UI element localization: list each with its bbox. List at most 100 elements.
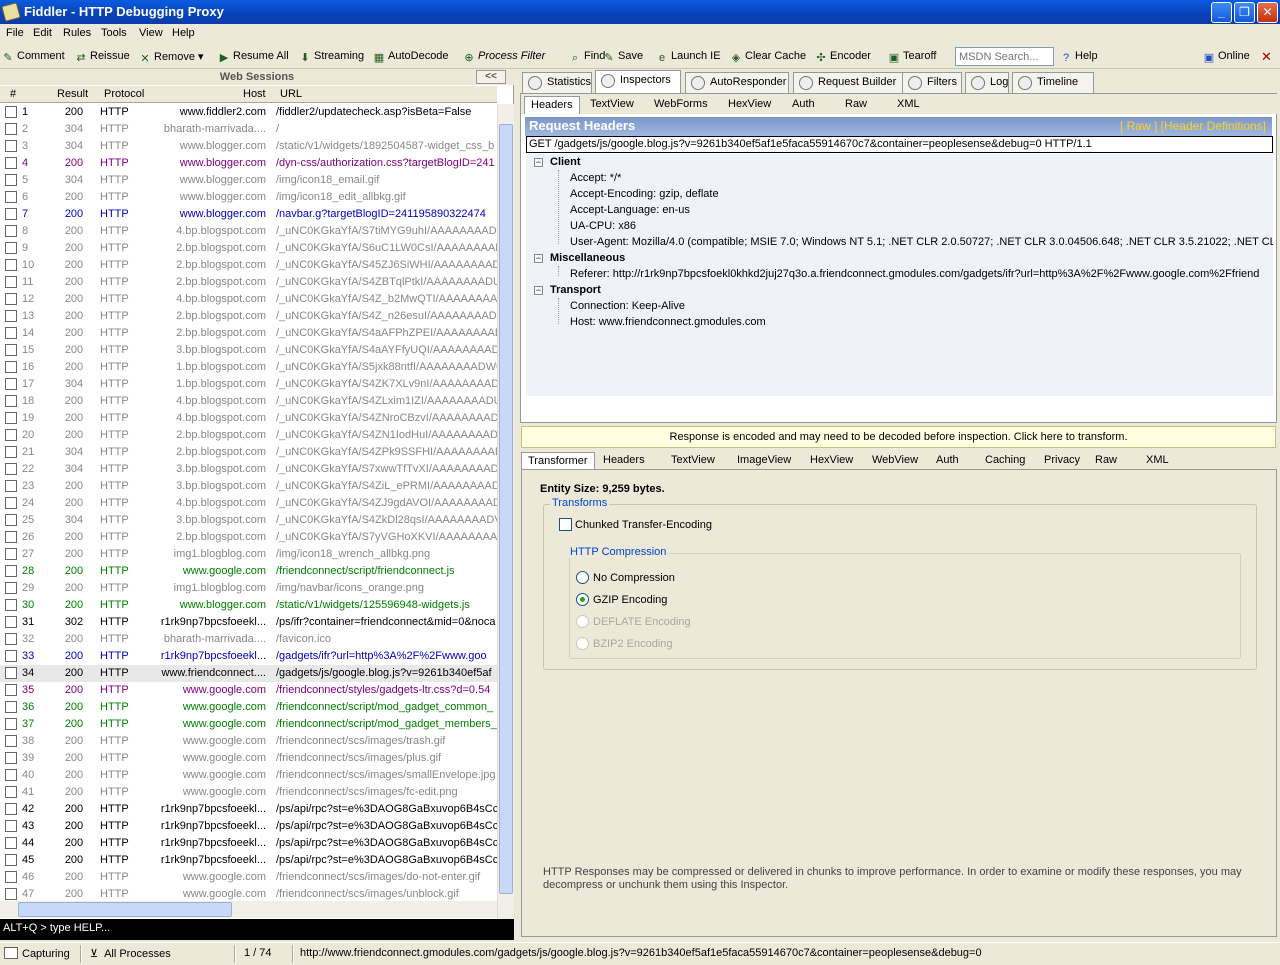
session-row[interactable]: 14 200 HTTP 2.bp.blogspot.com /_uNC0KGkaYfA/…	[0, 325, 497, 342]
session-row[interactable]: 5 304 HTTP www.blogger.com/img/icon18_email…	[0, 172, 497, 189]
session-row[interactable]: 42 200 HTTP r1rk9np7bpcsfoeekl... /ps/api/rp…	[0, 801, 497, 818]
sessions-vertical-scrollbar[interactable]	[497, 104, 514, 934]
close-button[interactable]: ✕	[1257, 2, 1278, 23]
chunked-checkbox[interactable]	[559, 518, 572, 531]
toolbar-process-filter-button[interactable]: ⊕ Process Filter	[463, 50, 545, 64]
toolbar-remove-button[interactable]: ✕ Remove ▾	[139, 50, 203, 65]
collapse-button[interactable]: <<	[476, 70, 506, 84]
sessions-horizontal-scrollbar[interactable]	[0, 901, 497, 918]
session-row[interactable]: 35 200 HTTP www.google.com/friendconnect/st…	[0, 682, 497, 699]
session-row[interactable]: 41 200 HTTP www.google.com/friendconnect/sc…	[0, 784, 497, 801]
online-indicator[interactable]: ▣ Online	[1203, 50, 1250, 64]
col-host[interactable]: Host	[243, 88, 266, 100]
request-tab-auth[interactable]: Auth	[786, 96, 821, 114]
help-button[interactable]: ? Help	[1060, 50, 1098, 64]
menu-view[interactable]: View	[139, 27, 163, 39]
session-row[interactable]: 36 200 HTTP www.google.com/friendconnect/sc…	[0, 699, 497, 716]
toolbar-comment-button[interactable]: ✎ Comment	[2, 50, 64, 64]
session-row[interactable]: 47 200 HTTP www.google.com/friendconnect/sc…	[0, 886, 497, 901]
tab-timeline[interactable]: Timeline	[1012, 72, 1094, 93]
tab-autoresponder[interactable]: AutoResponder	[685, 72, 789, 93]
session-row[interactable]: 44 200 HTTP r1rk9np7bpcsfoeekl... /ps/api/rp…	[0, 835, 497, 852]
session-row[interactable]: 31 302 HTTP r1rk9np7bpcsfoeekl... /ps/ifr?co…	[0, 614, 497, 631]
maximize-button[interactable]: ❐	[1234, 2, 1255, 23]
session-row[interactable]: 6 200 HTTP www.blogger.com/img/icon18_edit_…	[0, 189, 497, 206]
response-tab-xml[interactable]: XML	[1140, 452, 1175, 470]
session-row[interactable]: 22 304 HTTP 3.bp.blogspot.com /_uNC0KGkaYfA/…	[0, 461, 497, 478]
quickexec-input[interactable]: ALT+Q > type HELP...	[0, 919, 514, 940]
col-url[interactable]: URL	[280, 88, 302, 100]
toolbar-save-button[interactable]: ✎ Save	[603, 50, 643, 64]
menu-file[interactable]: File	[6, 27, 24, 39]
session-row[interactable]: 30 200 HTTP www.blogger.com/static/v1/widge…	[0, 597, 497, 614]
msdn-search-input[interactable]	[955, 47, 1054, 66]
menu-help[interactable]: Help	[172, 27, 195, 39]
session-row[interactable]: 17 304 HTTP 1.bp.blogspot.com /_uNC0KGkaYfA/…	[0, 376, 497, 393]
toolbar-reissue-button[interactable]: ⇄ Reissue	[75, 50, 129, 64]
toolbar-autodecode-button[interactable]: ▦ AutoDecode	[373, 50, 449, 64]
session-row[interactable]: 37 200 HTTP www.google.com/friendconnect/sc…	[0, 716, 497, 733]
response-tab-raw[interactable]: Raw	[1089, 452, 1123, 470]
toolbar-clear-cache-button[interactable]: ◈ Clear Cache	[730, 50, 806, 64]
tab-statistics[interactable]: Statistics	[522, 72, 592, 93]
request-tab-webforms[interactable]: WebForms	[648, 96, 714, 114]
tab-log[interactable]: Log	[965, 72, 1009, 93]
collapse-group-icon[interactable]: −	[534, 286, 543, 295]
session-row[interactable]: 7 200 HTTP www.blogger.com/navbar.g?targetB…	[0, 206, 497, 223]
toolbar-tearoff-button[interactable]: ▣ Tearoff	[888, 50, 937, 64]
session-row[interactable]: 8 200 HTTP 4.bp.blogspot.com /_uNC0KGkaYfA/S…	[0, 223, 497, 240]
scroll-thumb[interactable]	[499, 124, 513, 894]
session-row[interactable]: 9 200 HTTP 2.bp.blogspot.com /_uNC0KGkaYfA/S…	[0, 240, 497, 257]
session-row[interactable]: 29 200 HTTP img1.blogblog.com/img/navbar/ic…	[0, 580, 497, 597]
tab-filters[interactable]: Filters	[902, 72, 962, 93]
raw-header-links[interactable]: [ Raw ] [Header Definitions]	[1120, 119, 1266, 133]
session-row[interactable]: 45 200 HTTP r1rk9np7bpcsfoeekl... /ps/api/rp…	[0, 852, 497, 869]
menu-tools[interactable]: Tools	[101, 27, 127, 39]
toolbar-encoder-button[interactable]: ✣ Encoder	[815, 50, 871, 64]
response-tab-headers[interactable]: Headers	[597, 452, 651, 470]
response-tab-textview[interactable]: TextView	[665, 452, 721, 470]
decode-notice[interactable]: Response is encoded and may need to be d…	[521, 426, 1276, 448]
session-row[interactable]: 24 200 HTTP 4.bp.blogspot.com /_uNC0KGkaYfA/…	[0, 495, 497, 512]
session-row[interactable]: 38 200 HTTP www.google.com/friendconnect/sc…	[0, 733, 497, 750]
response-tab-auth[interactable]: Auth	[930, 452, 965, 470]
session-row[interactable]: 26 200 HTTP 2.bp.blogspot.com /_uNC0KGkaYfA/…	[0, 529, 497, 546]
session-row[interactable]: 12 200 HTTP 4.bp.blogspot.com /_uNC0KGkaYfA/…	[0, 291, 497, 308]
session-row[interactable]: 25 304 HTTP 3.bp.blogspot.com /_uNC0KGkaYfA/…	[0, 512, 497, 529]
toolbar-streaming-button[interactable]: ⬇ Streaming	[299, 50, 364, 64]
no-compression-radio[interactable]	[576, 571, 589, 584]
response-tab-caching[interactable]: Caching	[979, 452, 1031, 470]
collapse-group-icon[interactable]: −	[534, 254, 543, 263]
session-row[interactable]: 3 304 HTTP www.blogger.com/static/v1/widget…	[0, 138, 497, 155]
request-tab-raw[interactable]: Raw	[839, 96, 873, 114]
session-row[interactable]: 4 200 HTTP www.blogger.com/dyn-css/authoriz…	[0, 155, 497, 172]
menu-edit[interactable]: Edit	[33, 27, 52, 39]
response-tab-imageview[interactable]: ImageView	[731, 452, 797, 470]
session-row[interactable]: 32 200 HTTP bharath-marrivada.... /favicon.i…	[0, 631, 497, 648]
session-row[interactable]: 33 200 HTTP r1rk9np7bpcsfoeekl... /gadgets/i…	[0, 648, 497, 665]
toolbar-find-button[interactable]: ⌕ Find	[569, 50, 606, 64]
session-row[interactable]: 39 200 HTTP www.google.com/friendconnect/sc…	[0, 750, 497, 767]
session-row[interactable]: 18 200 HTTP 4.bp.blogspot.com /_uNC0KGkaYfA/…	[0, 393, 497, 410]
capturing-status[interactable]: Capturing	[4, 947, 70, 960]
session-row[interactable]: 1 200 HTTP www.fiddler2.com/fiddler2/update…	[0, 104, 497, 121]
session-row[interactable]: 20 200 HTTP 2.bp.blogspot.com /_uNC0KGkaYfA/…	[0, 427, 497, 444]
col-result[interactable]: Result	[57, 88, 88, 100]
session-row[interactable]: 46 200 HTTP www.google.com/friendconnect/sc…	[0, 869, 497, 886]
request-tab-xml[interactable]: XML	[891, 96, 926, 114]
session-row[interactable]: 21 304 HTTP 2.bp.blogspot.com /_uNC0KGkaYfA/…	[0, 444, 497, 461]
session-row[interactable]: 40 200 HTTP www.google.com/friendconnect/sc…	[0, 767, 497, 784]
session-row[interactable]: 43 200 HTTP r1rk9np7bpcsfoeekl... /ps/api/rp…	[0, 818, 497, 835]
tab-request-builder[interactable]: Request Builder	[793, 72, 905, 93]
session-row[interactable]: 10 200 HTTP 2.bp.blogspot.com /_uNC0KGkaYfA/…	[0, 257, 497, 274]
response-tab-webview[interactable]: WebView	[866, 452, 924, 470]
toolbar-resume-button[interactable]: ▶ Resume All	[218, 50, 289, 64]
session-row[interactable]: 15 200 HTTP 3.bp.blogspot.com /_uNC0KGkaYfA/…	[0, 342, 497, 359]
response-tab-hexview[interactable]: HexView	[804, 452, 859, 470]
session-row[interactable]: 27 200 HTTP img1.blogblog.com/img/icon18_wr…	[0, 546, 497, 563]
tab-inspectors[interactable]: Inspectors	[595, 70, 681, 93]
request-tab-headers[interactable]: Headers	[524, 96, 580, 114]
process-filter-status[interactable]: ⊻ All Processes	[90, 947, 171, 960]
session-row[interactable]: 23 200 HTTP 3.bp.blogspot.com /_uNC0KGkaYfA/…	[0, 478, 497, 495]
session-row[interactable]: 34 200 HTTP www.friendconnect.... /gadgets/j…	[0, 665, 497, 682]
